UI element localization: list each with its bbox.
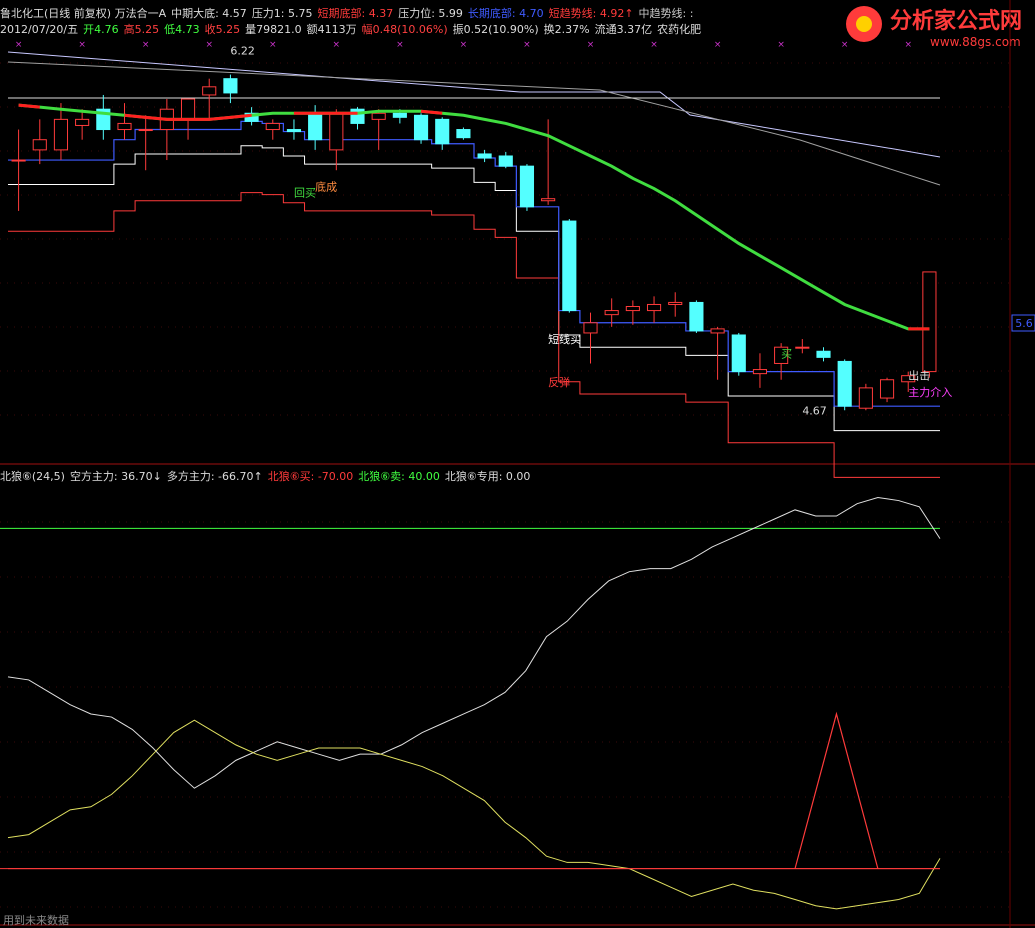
indicator-field-4: 北狼⑥卖: 40.00 xyxy=(358,470,440,483)
candle-body xyxy=(138,129,153,132)
top-marker: × xyxy=(841,40,849,50)
grid: × × × × × × × × × × × × × × × xyxy=(0,0,1035,928)
resistance-line xyxy=(7,51,941,158)
top-marker: × xyxy=(15,40,23,50)
candle-body xyxy=(646,303,662,312)
top-marker: × xyxy=(904,40,912,50)
footer-note: 用到未来数据 xyxy=(3,914,69,927)
signal-spike xyxy=(794,711,879,869)
price-tag: 5.6 xyxy=(1015,317,1033,330)
top-marker: × xyxy=(269,40,277,50)
top-marker: × xyxy=(650,40,658,50)
candle-body xyxy=(795,346,810,349)
annotation-label: 4.67 xyxy=(802,404,827,417)
candle-body xyxy=(180,98,196,120)
indicator-field-5: 北狼⑥专用: 0.00 xyxy=(444,470,531,483)
candle-body xyxy=(625,306,640,312)
candle-body xyxy=(816,350,831,358)
candle-body xyxy=(202,86,217,96)
annotation-label: 底成 xyxy=(315,180,337,194)
annotation-label: 买 xyxy=(781,347,792,360)
candle-body xyxy=(435,118,450,145)
candle-body xyxy=(710,328,725,334)
band-line xyxy=(8,192,940,478)
candlesticks xyxy=(11,74,937,411)
top-marker: × xyxy=(205,40,213,50)
indicator-header: 北狼⑥(24,5) 空方主力: 36.70↓ 多方主力: -66.70↑ 北狼⑥买: … xyxy=(0,468,535,484)
annotation-label: 回买 xyxy=(294,187,316,200)
candle-body xyxy=(75,118,90,126)
ma-red-segment xyxy=(18,103,40,109)
top-marker: × xyxy=(142,40,150,50)
candle-body xyxy=(879,379,895,399)
band-line xyxy=(8,145,940,432)
candle-body xyxy=(286,129,302,133)
candle-body xyxy=(498,155,513,167)
candle-body xyxy=(117,122,132,131)
candle-body xyxy=(53,118,69,151)
candle-body xyxy=(265,122,280,131)
candle-body xyxy=(604,310,619,316)
indicator-field-0: 北狼⑥(24,5) xyxy=(0,470,65,483)
candle-body xyxy=(11,159,26,162)
candle-body xyxy=(541,198,556,202)
indicator-series-line xyxy=(7,496,941,789)
candle-body xyxy=(858,387,873,409)
candle-body xyxy=(922,271,937,373)
top-marker: × xyxy=(78,40,86,50)
annotation-label: 短线买 xyxy=(548,332,581,346)
annotation-label: 6.22 xyxy=(230,44,255,57)
candle-body xyxy=(752,369,768,375)
candle-body xyxy=(371,112,386,120)
top-marker: × xyxy=(777,40,785,50)
top-marker: × xyxy=(714,40,722,50)
top-marker: × xyxy=(460,40,468,50)
candle-body xyxy=(668,301,683,305)
chart-window: 鲁北化工(日线 前复权) 万法合一A 中期大底: 4.57 压力1: 5.75 短期底… xyxy=(0,0,1035,928)
resistance-line xyxy=(7,61,941,186)
top-marker: × xyxy=(587,40,595,50)
candle-body xyxy=(837,360,852,407)
annotation-label: 出击 xyxy=(908,369,930,383)
ma-red-segment xyxy=(420,109,443,115)
candle-body xyxy=(456,129,471,139)
candle-body xyxy=(689,301,704,332)
candle-body xyxy=(32,139,47,151)
candle-body xyxy=(583,322,598,334)
annotation-label: 主力介入 xyxy=(908,386,952,399)
top-marker: × xyxy=(333,40,341,50)
candle-body xyxy=(392,112,407,118)
indicator-field-1: 空方主力: 36.70↓ xyxy=(69,470,162,483)
candle-body xyxy=(519,165,535,208)
top-marker: × xyxy=(523,40,531,50)
band-line xyxy=(8,120,940,407)
indicator-field-3: 北狼⑥买: -70.00 xyxy=(267,470,354,483)
annotation-label: 反弹 xyxy=(548,375,570,389)
candle-body xyxy=(329,112,344,151)
candle-body xyxy=(562,220,577,312)
candle-body xyxy=(477,153,492,159)
indicator-field-2: 多方主力: -66.70↑ xyxy=(166,470,263,483)
chart-canvas: × × × × × × × × × × × × × × × 6.22 底成回买短线买反弹 买 4.67 出击主力介入… xyxy=(0,0,1035,928)
indicator-panel xyxy=(0,496,941,910)
candle-body xyxy=(308,112,323,141)
indicator-series-line xyxy=(7,719,941,910)
top-marker: × xyxy=(396,40,404,50)
candle-body xyxy=(223,78,238,94)
candle-body xyxy=(731,334,746,373)
candle-body xyxy=(413,114,429,141)
